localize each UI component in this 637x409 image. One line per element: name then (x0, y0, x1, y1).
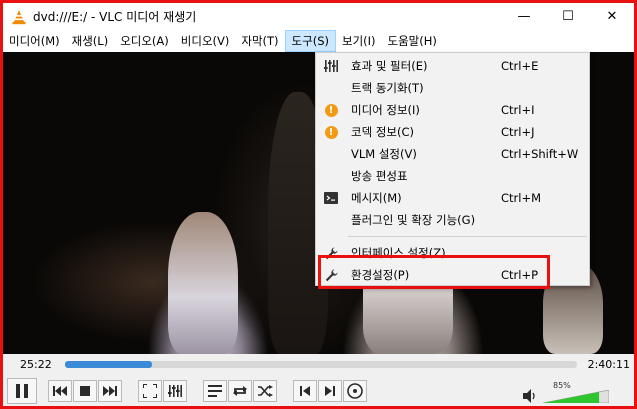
menu-item-label: 플러그인 및 확장 기능(G) (351, 213, 476, 227)
fullscreen-button[interactable] (138, 380, 162, 402)
vlc-cone-icon (11, 9, 27, 25)
menu-playback[interactable]: 재생(L) (66, 30, 115, 52)
menu-item-messages[interactable]: 메시지(M) Ctrl+M (316, 187, 589, 209)
menu-view[interactable]: 보기(I) (336, 30, 382, 52)
terminal-icon (316, 187, 346, 209)
speaker-icon (523, 389, 535, 403)
menu-item-shortcut: Ctrl+Shift+W (501, 147, 579, 161)
menu-item-media-info[interactable]: ! 미디어 정보(I) Ctrl+I (316, 99, 589, 121)
menu-item-label: 코덱 정보(C) (351, 125, 414, 139)
loop-icon (233, 386, 247, 396)
seek-slider[interactable] (65, 361, 577, 368)
previous-chapter-icon (300, 386, 310, 396)
menu-item-label: 미디어 정보(I) (351, 103, 420, 117)
next-chapter-icon (325, 386, 335, 396)
next-icon (103, 386, 117, 396)
menu-item-label: 트랙 동기화(T) (351, 81, 424, 95)
menu-item-shortcut: Ctrl+I (501, 103, 535, 117)
stop-icon (80, 386, 90, 396)
info-icon: ! (316, 99, 346, 121)
menu-item-program-guide[interactable]: 방송 편성표 (316, 165, 589, 187)
menu-item-effects-filters[interactable]: 효과 및 필터(E) Ctrl+E (316, 55, 589, 77)
tools-dropdown-menu: 효과 및 필터(E) Ctrl+E 트랙 동기화(T) ! 미디어 정보(I) … (315, 52, 590, 286)
menu-item-label: 효과 및 필터(E) (351, 59, 428, 73)
elapsed-time: 25:22 (20, 358, 52, 371)
wrench-icon (316, 264, 346, 286)
menu-help[interactable]: 도움말(H) (382, 30, 443, 52)
menu-item-vlm-config[interactable]: VLM 설정(V) Ctrl+Shift+W (316, 143, 589, 165)
playlist-button[interactable] (203, 380, 227, 402)
pause-button[interactable] (7, 378, 37, 404)
menu-video[interactable]: 비디오(V) (175, 30, 236, 52)
previous-frame-button[interactable] (293, 380, 317, 402)
playback-controls: 85% (3, 376, 634, 406)
menu-item-shortcut: Ctrl+M (501, 191, 542, 205)
menu-item-preferences[interactable]: 환경설정(P) Ctrl+P (316, 264, 589, 286)
menu-audio[interactable]: 오디오(A) (114, 30, 175, 52)
info-icon: ! (316, 121, 346, 143)
menu-item-shortcut: Ctrl+P (501, 268, 539, 282)
menu-item-shortcut: Ctrl+E (501, 59, 539, 73)
seek-bar-row: 25:22 2:40:11 (3, 354, 634, 376)
dancer-figure-left (168, 212, 238, 354)
fullscreen-icon (143, 384, 157, 398)
window-title: dvd:///E:/ - VLC 미디어 재생기 (33, 10, 197, 24)
pause-icon (16, 384, 28, 398)
menu-item-customize-interface[interactable]: 인터페이스 설정(Z) (316, 242, 589, 264)
menu-subtitle[interactable]: 자막(T) (235, 30, 284, 52)
next-frame-button[interactable] (318, 380, 342, 402)
equalizer-icon (168, 385, 182, 397)
stop-button[interactable] (73, 380, 97, 402)
menu-tools[interactable]: 도구(S) (284, 30, 336, 52)
wrench-icon (316, 242, 346, 264)
disc-icon (347, 383, 363, 399)
menu-media[interactable]: 미디어(M) (3, 30, 66, 52)
next-button[interactable] (98, 380, 122, 402)
menu-item-label: 방송 편성표 (351, 169, 408, 183)
menu-item-label: 환경설정(P) (351, 268, 410, 282)
menu-separator (348, 236, 587, 237)
menu-bar: 미디어(M) 재생(L) 오디오(A) 비디오(V) 자막(T) 도구(S) 보… (3, 30, 634, 52)
previous-button[interactable] (48, 380, 72, 402)
menu-item-shortcut: Ctrl+J (501, 125, 535, 139)
menu-item-label: VLM 설정(V) (351, 147, 417, 161)
equalizer-icon (316, 55, 346, 77)
shuffle-button[interactable] (253, 380, 277, 402)
extended-settings-button[interactable] (163, 380, 187, 402)
title-bar: dvd:///E:/ - VLC 미디어 재생기 — ☐ ✕ (3, 3, 634, 30)
shuffle-icon (258, 385, 273, 397)
menu-item-track-sync[interactable]: 트랙 동기화(T) (316, 77, 589, 99)
loop-button[interactable] (228, 380, 252, 402)
volume-slider (543, 390, 609, 403)
total-time: 2:40:11 (587, 358, 630, 371)
menu-item-label: 메시지(M) (351, 191, 402, 205)
menu-item-label: 인터페이스 설정(Z) (351, 246, 446, 260)
previous-icon (53, 386, 67, 396)
seek-progress (65, 361, 153, 368)
volume-percent: 85% (553, 381, 571, 390)
minimize-button[interactable]: — (502, 3, 546, 30)
close-button[interactable]: ✕ (590, 3, 634, 30)
menu-item-plugins-extensions[interactable]: 플러그인 및 확장 기능(G) (316, 209, 589, 231)
volume-control[interactable]: 85% (521, 380, 631, 404)
maximize-button[interactable]: ☐ (546, 3, 590, 30)
playlist-icon (208, 385, 222, 397)
menu-item-codec-info[interactable]: ! 코덱 정보(C) Ctrl+J (316, 121, 589, 143)
disc-menu-button[interactable] (343, 380, 367, 402)
